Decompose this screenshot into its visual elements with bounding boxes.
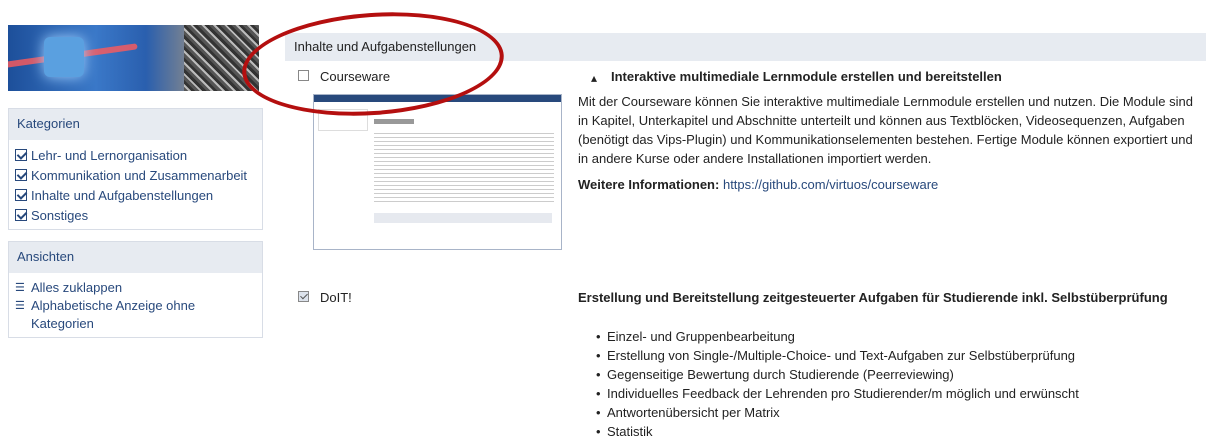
list-icon: ☰ — [15, 282, 25, 294]
checkbox-checked-icon[interactable] — [15, 189, 27, 201]
doit-headline: Erstellung und Bereitstellung zeitgesteu… — [578, 290, 1168, 305]
category-label: Kommunikation und Zusammenarbeit — [31, 167, 248, 183]
views-title: Ansichten — [9, 242, 262, 273]
view-label: Alphabetische Anzeige ohne — [31, 298, 196, 313]
list-item: Individuelles Feedback der Lehrenden pro… — [596, 384, 1079, 403]
checkbox-checked-icon[interactable] — [15, 209, 27, 221]
plugin-name-doit: DoIT! — [320, 290, 352, 305]
view-label-continued: Kategorien — [31, 316, 94, 331]
category-item-sonstiges[interactable]: Sonstiges — [15, 205, 256, 225]
screenshot-navbar — [314, 95, 561, 102]
puzzle-piece-icon — [44, 37, 84, 77]
view-label: Alles zuklappen — [31, 280, 123, 295]
categories-box: Kategorien Lehr- und Lernorganisation Ko… — [8, 108, 263, 230]
category-label: Lehr- und Lernorganisation — [31, 147, 188, 163]
plugin-checkbox-courseware[interactable] — [298, 70, 309, 81]
plugin-checkbox-doit[interactable] — [298, 291, 309, 302]
list-item: Einzel- und Gruppenbearbeitung — [596, 327, 1079, 346]
category-item-inhalte[interactable]: Inhalte und Aufgabenstellungen — [15, 185, 256, 205]
info-label: Weitere Informationen: — [578, 177, 720, 192]
banner-crowd-photo — [184, 25, 259, 91]
category-item-lehr[interactable]: Lehr- und Lernorganisation — [15, 145, 256, 165]
category-label: Inhalte und Aufgabenstellungen — [31, 187, 214, 203]
list-item: Antwortenübersicht per Matrix — [596, 403, 1079, 422]
courseware-description: Mit der Courseware können Sie interaktiv… — [578, 94, 1193, 166]
courseware-screenshot — [313, 94, 562, 250]
sitemap-icon: ▴ — [591, 71, 598, 85]
sidebar-banner-image — [8, 25, 259, 91]
list-icon: ☰ — [15, 300, 25, 312]
view-alphabetical[interactable]: ☰ Alphabetische Anzeige ohne Kategorien — [15, 297, 256, 333]
categories-title: Kategorien — [9, 109, 262, 140]
plugin-name-courseware: Courseware — [320, 69, 391, 84]
screenshot-footer — [374, 213, 552, 223]
category-item-kommunikation[interactable]: Kommunikation und Zusammenarbeit — [15, 165, 256, 185]
category-label: Sonstiges — [31, 207, 89, 223]
list-item: Gegenseitige Bewertung durch Studierende… — [596, 365, 1079, 384]
courseware-info: Weitere Informationen: https://github.co… — [578, 177, 938, 192]
list-item: Erstellung von Single-/Multiple-Choice- … — [596, 346, 1079, 365]
courseware-headline: Interaktive multimediale Lernmodule erst… — [611, 69, 1002, 84]
screenshot-text-lines — [374, 133, 554, 203]
view-collapse-all[interactable]: ☰ Alles zuklappen — [15, 279, 256, 297]
screenshot-sidebar — [318, 109, 368, 131]
doit-feature-list: Einzel- und Gruppenbearbeitung Erstellun… — [596, 327, 1079, 441]
checkbox-checked-icon[interactable] — [15, 169, 27, 181]
screenshot-heading-bar — [374, 119, 414, 124]
section-header: Inhalte und Aufgabenstellungen — [285, 33, 1206, 61]
list-item: Statistik — [596, 422, 1079, 441]
info-link[interactable]: https://github.com/virtuos/courseware — [723, 177, 938, 192]
checkbox-checked-icon[interactable] — [15, 149, 27, 161]
views-box: Ansichten ☰ Alles zuklappen ☰ Alphabetis… — [8, 241, 263, 338]
